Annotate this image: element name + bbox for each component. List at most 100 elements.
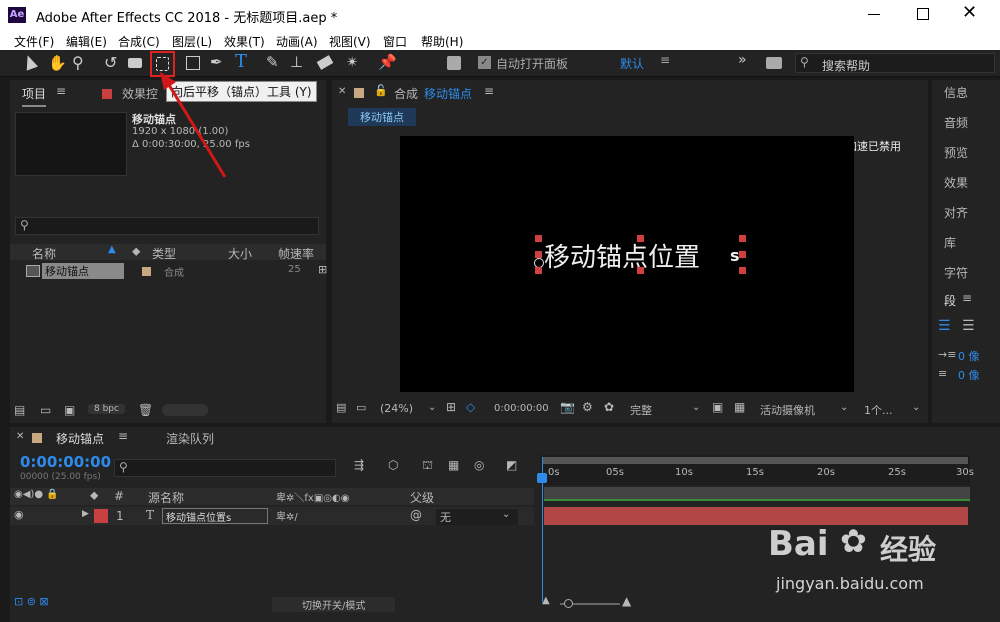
auto-open-checkbox[interactable]: ✓ <box>478 56 491 69</box>
handle-tm[interactable] <box>637 235 644 242</box>
align-center-icon[interactable]: ☰ <box>962 318 975 334</box>
preview-panel-tab[interactable]: 预览 <box>944 144 968 161</box>
workspace-menu-icon[interactable]: ≡ <box>660 53 670 67</box>
project-tab-menu-icon[interactable]: ≡ <box>56 84 66 98</box>
comp-mini-flowchart-icon[interactable]: ⇶ <box>354 458 364 472</box>
timeline-tab-menu-icon[interactable]: ≡ <box>118 429 128 443</box>
project-tab[interactable]: 项目 <box>22 85 47 107</box>
channel-rgb-icon[interactable]: ✿ <box>604 400 614 414</box>
search-toggle-icon[interactable] <box>766 57 782 69</box>
col-size[interactable]: 大小 <box>228 245 252 262</box>
lock-icon[interactable]: 🔓 <box>374 84 388 97</box>
effects-presets-tab[interactable]: 效果 <box>944 174 968 191</box>
project-search-input[interactable]: ⚲ <box>15 217 319 235</box>
handle-bm[interactable] <box>637 267 644 274</box>
handle-br[interactable] <box>739 267 746 274</box>
trash-icon[interactable]: 🗑 <box>138 403 153 417</box>
overflow-chevron-icon[interactable]: » <box>738 52 747 68</box>
handle-tr[interactable] <box>739 235 746 242</box>
workspace-default[interactable]: 默认 <box>620 55 644 72</box>
new-folder-icon[interactable]: ▭ <box>40 403 51 417</box>
menu-window[interactable]: 窗口 <box>383 33 407 50</box>
footer-icons-left[interactable]: ⊡ ⊜ ⊠ <box>14 595 49 608</box>
eraser-tool-icon[interactable] <box>316 55 334 70</box>
menu-view[interactable]: 视图(V) <box>329 33 371 50</box>
handle-bl[interactable] <box>535 267 542 274</box>
rotate-tool-icon[interactable]: ↺ <box>104 53 117 72</box>
timeline-tab[interactable]: 移动锚点 <box>56 430 104 447</box>
time-zoom-thumb[interactable] <box>564 599 573 608</box>
flowchart-icon[interactable]: ⊞ <box>318 263 327 276</box>
safe-zones-icon[interactable]: ⊞ <box>446 400 456 414</box>
sort-ascending-icon[interactable]: ▲ <box>108 244 116 255</box>
col-name[interactable]: 名称 <box>32 245 56 262</box>
paragraph-menu-icon[interactable]: ≡ <box>962 291 972 305</box>
expand-triangle-icon[interactable]: ▶ <box>82 509 89 519</box>
bpc-button[interactable]: 8 bpc <box>88 404 125 414</box>
draft-3d-icon[interactable]: ⬡ <box>388 458 398 472</box>
maximize-button[interactable] <box>917 8 929 20</box>
layer-label-swatch[interactable] <box>94 509 108 523</box>
zoom-out-icon[interactable]: ▲ <box>542 595 550 606</box>
camera-chevron-icon[interactable]: ⌄ <box>840 402 848 413</box>
brush-tool-icon[interactable]: ✎ <box>266 53 279 71</box>
col-type[interactable]: 类型 <box>152 245 176 262</box>
handle-ml[interactable] <box>535 251 542 258</box>
thumbnail-slider[interactable] <box>162 404 208 416</box>
toggle-switches-modes[interactable]: 切换开关/模式 <box>272 597 396 612</box>
handle-mr[interactable] <box>739 251 746 258</box>
layer-name[interactable]: 移动锚点位置s <box>162 508 268 524</box>
zoom-chevron-icon[interactable]: ⌄ <box>428 402 436 413</box>
viewer-text-layer[interactable]: 移动锚点位置 <box>544 237 700 274</box>
views-chevron-icon[interactable]: ⌄ <box>912 402 920 413</box>
menu-layer[interactable]: 图层(L) <box>172 33 212 50</box>
timeline-search-input[interactable]: ⚲ <box>114 459 336 477</box>
clone-stamp-tool-icon[interactable]: ⊥ <box>290 53 303 71</box>
views-dropdown[interactable]: 1个... <box>864 402 893 418</box>
panel-layout-icon[interactable] <box>447 56 461 70</box>
library-panel-tab[interactable]: 库 <box>944 234 956 251</box>
paragraph-panel-tab[interactable]: 段 <box>944 292 956 309</box>
hand-tool-icon[interactable]: ✋ <box>48 54 67 72</box>
motion-blur-icon[interactable]: ◎ <box>474 458 484 472</box>
playhead-handle[interactable] <box>537 473 547 483</box>
menu-composition[interactable]: 合成(C) <box>118 33 160 50</box>
handle-tl[interactable] <box>535 235 542 242</box>
info-panel-tab[interactable]: 信息 <box>944 84 968 101</box>
puppet-pin-tool-icon[interactable]: 📌 <box>378 53 397 71</box>
camera-view-dropdown[interactable]: 活动摄像机 <box>760 402 815 418</box>
indent-left-value[interactable]: 0 像 <box>958 348 980 364</box>
timeline-close-icon[interactable]: ✕ <box>16 431 24 442</box>
frame-blending-icon[interactable]: ▦ <box>448 458 459 472</box>
zoom-tool-icon[interactable]: ⚲ <box>72 53 84 72</box>
col-parent[interactable]: 父级 <box>410 489 434 506</box>
zoom-dropdown[interactable]: (24%) <box>380 402 413 415</box>
new-comp-icon[interactable]: ▣ <box>64 403 75 417</box>
monitor-icon[interactable]: ▭ <box>356 401 366 414</box>
menu-file[interactable]: 文件(F) <box>14 33 54 50</box>
graph-editor-icon[interactable]: ◩ <box>506 458 517 472</box>
align-panel-tab[interactable]: 对齐 <box>944 204 968 221</box>
character-panel-tab[interactable]: 字符 <box>944 264 968 281</box>
selection-tool-icon[interactable] <box>21 53 39 71</box>
zoom-in-icon[interactable]: ▲ <box>622 594 631 608</box>
mask-visibility-icon[interactable]: ◇ <box>466 400 475 414</box>
col-source-name[interactable]: 源名称 <box>148 489 184 506</box>
rectangle-tool-icon[interactable] <box>186 56 200 70</box>
menu-help[interactable]: 帮助(H) <box>421 33 463 50</box>
col-fps[interactable]: 帧速率 <box>278 245 314 262</box>
work-area-bar[interactable] <box>542 457 968 464</box>
comp-tab-name[interactable]: 移动锚点 <box>424 85 472 102</box>
pen-tool-icon[interactable]: ✒ <box>210 53 223 71</box>
pickwhip-icon[interactable]: @ <box>410 508 422 522</box>
shy-layers-icon[interactable]: ⛫ <box>422 458 433 474</box>
current-time-display[interactable]: 0:00:00:00 <box>494 403 549 414</box>
comp-tab-menu-icon[interactable]: ≡ <box>484 84 494 98</box>
resolution-chevron-icon[interactable]: ⌄ <box>692 402 700 413</box>
project-item-label[interactable] <box>142 267 151 276</box>
video-visibility-icon[interactable]: ◉ <box>14 508 24 521</box>
show-snapshot-icon[interactable]: ⚙ <box>582 400 593 414</box>
project-item-row[interactable]: 移动锚点 合成 25 ⊞ <box>24 263 327 279</box>
region-of-interest-icon[interactable]: ▣ <box>712 400 723 414</box>
layer-row[interactable]: ◉ ▶ 1 T 移动锚点位置s 卑✲/ @ 无 ⌄ <box>10 507 534 525</box>
